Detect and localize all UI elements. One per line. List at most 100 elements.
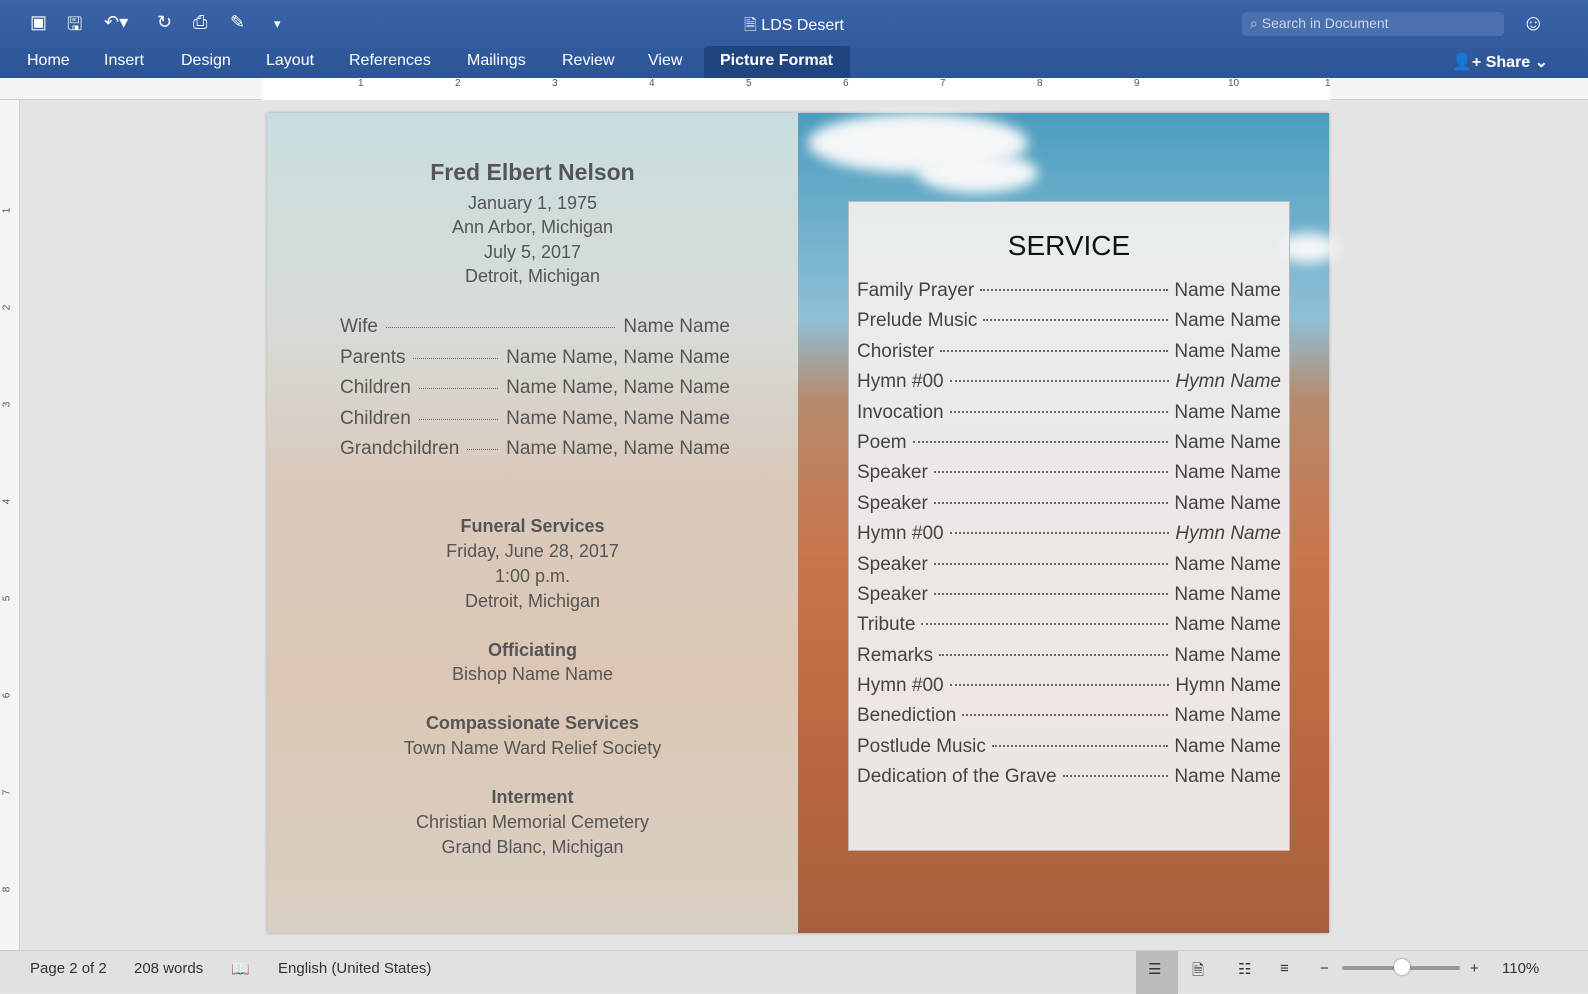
horizontal-ruler[interactable]: 1 2 3 4 5 6 7 8 9 10 1 [0,78,1588,100]
family-label: Children [340,377,411,398]
dot-leader [991,744,1169,747]
ruler-area: 1 2 3 4 5 6 7 8 9 10 1 [262,78,1331,100]
service-item-label: Speaker [857,553,928,575]
service-item-label: Dedication of the Grave [857,766,1057,788]
ruler-number: 2 [455,78,461,89]
service-item-value: Name Name [1174,735,1281,757]
family-value: Name Name [623,316,730,337]
service-row: Speaker Name Name [857,554,1281,584]
service-item-label: Poem [857,431,907,453]
dot-leader [418,388,499,389]
service-item-label: Speaker [857,492,928,514]
dot-leader [939,653,1169,656]
ruler-number: 4 [649,78,655,89]
service-item-value: Name Name [1174,462,1281,484]
ruler-number: 10 [1228,78,1240,89]
service-item-label: Hymn #00 [857,371,944,393]
tab-view[interactable]: View [648,52,682,70]
officiating: Bishop Name Name [451,664,614,684]
service-item-value: Name Name [1174,705,1281,727]
tab-layout[interactable]: Layout [266,52,314,70]
service-item-label: Remarks [857,644,934,666]
service-item-value: Name Name [1174,401,1281,423]
feedback-smiley-icon[interactable]: ☺ [1522,10,1544,36]
service-row: Dedication of the Grave Name Name [857,766,1281,796]
ruler-number: 8 [1037,78,1043,89]
cloud [918,153,1038,193]
service-row: Tribute Name Name [857,614,1281,644]
zoom-out-button[interactable]: − [1320,960,1329,977]
family-label: Wife [340,316,378,337]
service-row: Speaker Name Name [857,584,1281,614]
funeral-date: Friday, June 28, 2017 [446,541,619,561]
service-item-label: Tribute [857,614,916,636]
interment-city: Grand Blanc, Michigan [441,837,624,857]
dot-leader [983,319,1169,322]
ruler-number: 2 [1,304,13,311]
document-page[interactable]: Fred Elbert Nelson January 1, 1975 Ann A… [267,113,1338,933]
dot-leader [949,684,1170,687]
service-row: Invocation Name Name [857,402,1281,432]
deceased-name: Fred Elbert Nelson [430,159,635,185]
death-date: July 5, 2017 [483,242,582,262]
tab-mailings[interactable]: Mailings [467,52,526,70]
vertical-ruler[interactable]: 1 2 3 4 5 6 7 8 [0,100,20,950]
tab-review[interactable]: Review [562,52,614,70]
dot-leader [933,562,1169,565]
death-place: Detroit, Michigan [464,266,601,286]
add-person-icon: 👤+ [1452,54,1486,71]
search-icon: ⌕ [1250,15,1262,31]
ruler-number: 7 [940,78,946,89]
service-item-value: Name Name [1174,431,1281,453]
desert-picture[interactable]: SERVICE Family Prayer Name Name Prelude Mu… [798,113,1338,933]
zoom-in-button[interactable]: + [1470,960,1479,977]
service-box: SERVICE Family Prayer Name Name Prelude Mu… [848,201,1290,851]
title-bar: ▣ 🖫 ↶▾ ↻ ⎙ ✎ ▾ 🗎 LDS Desert ⌕ Search in … [0,0,1588,78]
service-item-label: Benediction [857,705,957,727]
zoom-level[interactable]: 110% [1502,960,1539,977]
search-placeholder: Search in Document [1261,15,1389,31]
service-row: Hymn #00 Hymn Name [857,675,1281,705]
page-count[interactable]: Page 2 of 2 [30,960,107,977]
search-input[interactable]: ⌕ Search in Document [1242,12,1504,36]
print-layout-icon: ☰ [1148,961,1162,978]
family-row: Wife Name Name [340,316,730,338]
tab-design[interactable]: Design [181,52,231,70]
ruler-number: 6 [843,78,849,89]
tab-insert[interactable]: Insert [104,52,144,70]
service-row: Benediction Name Name [857,705,1281,735]
service-row: Prelude Music Name Name [857,310,1281,340]
word-count[interactable]: 208 words [134,960,203,977]
tab-picture-format[interactable]: Picture Format [720,52,833,70]
dot-leader [933,592,1169,595]
ruler-number: 1 [358,78,364,89]
zoom-slider-handle[interactable] [1394,959,1410,975]
tab-home[interactable]: Home [27,52,70,70]
web-layout-icon[interactable]: 🗎 [1192,960,1204,985]
service-item-label: Invocation [857,401,944,423]
proofing-icon[interactable]: 📖 [231,960,250,978]
family-label: Parents [340,346,406,368]
ruler-number: 1 [1,207,13,214]
dot-leader [962,714,1169,717]
family-row: Children Name Name, Name Name [340,377,730,399]
service-item-value: Name Name [1174,614,1281,636]
service-item-value: Name Name [1174,553,1281,575]
language[interactable]: English (United States) [278,960,431,977]
family-value: Name Name, Name Name [506,377,730,398]
share-button[interactable]: 👤+ Share ⌄ [1452,52,1548,72]
dot-leader [933,501,1169,504]
service-row: Hymn #00 Hymn Name [857,371,1281,401]
service-item-value: Hymn Name [1175,675,1281,697]
dot-leader [413,357,499,359]
draft-icon[interactable]: ≡ [1280,960,1289,977]
dot-leader [940,349,1169,352]
tab-references[interactable]: References [349,52,431,70]
outline-icon[interactable]: ☷ [1238,960,1251,978]
family-row: Children Name Name, Name Name [340,408,730,430]
ruler-number: 3 [1,401,13,408]
service-row: Hymn #00 Hymn Name [857,523,1281,553]
family-value: Name Name, Name Name [506,438,730,459]
service-row: Postlude Music Name Name [857,736,1281,766]
service-row: Remarks Name Name [857,645,1281,675]
